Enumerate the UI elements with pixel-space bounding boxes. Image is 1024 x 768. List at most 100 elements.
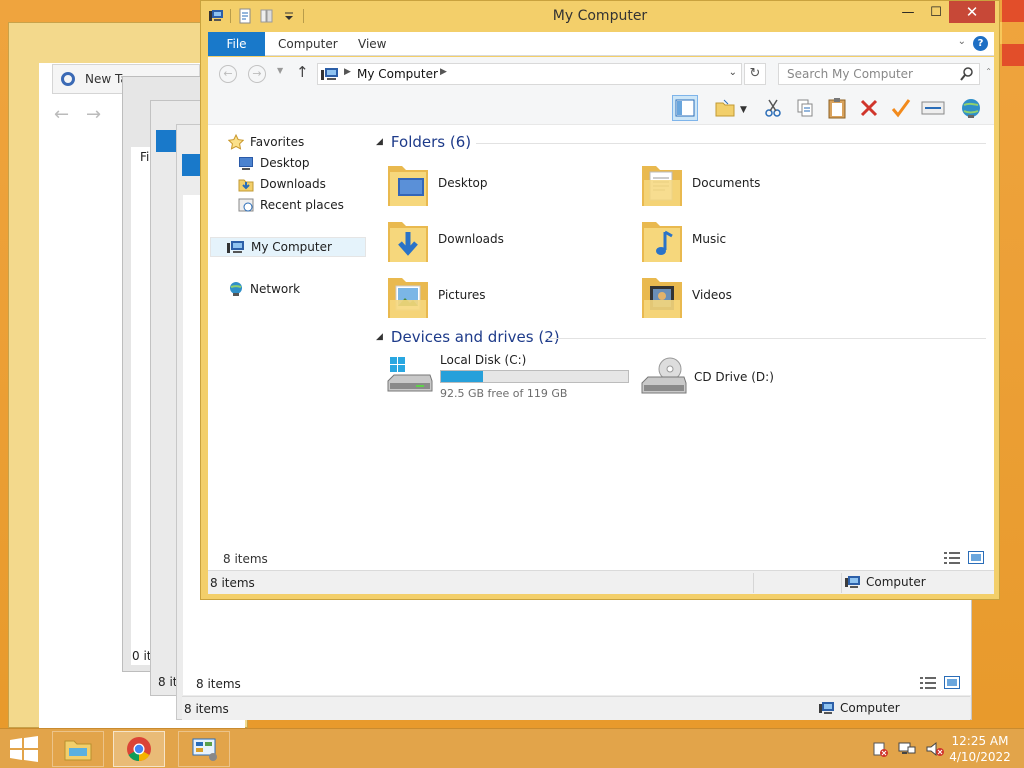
folder-label: Videos: [692, 288, 732, 302]
layout-icon: [675, 99, 695, 117]
address-dropdown-icon[interactable]: ⌄: [729, 67, 737, 78]
collapse-triangle-icon[interactable]: ◢: [376, 332, 383, 342]
delete-icon: [860, 99, 878, 117]
back-button[interactable]: ←: [219, 65, 237, 83]
delete-button[interactable]: [856, 95, 882, 121]
windows-drive-icon: [387, 357, 433, 392]
drive-cd[interactable]: CD Drive (D:): [640, 355, 774, 399]
paste-icon: [828, 98, 846, 119]
cut-button[interactable]: [760, 95, 786, 121]
navigation-pane: Favorites Desktop Downloads Recent place…: [208, 125, 368, 570]
network-button[interactable]: [958, 95, 984, 121]
nav-network[interactable]: Network: [228, 279, 300, 299]
breadcrumb-chevron-icon[interactable]: ▶: [344, 67, 351, 77]
nav-network-label: Network: [250, 282, 301, 296]
search-icon[interactable]: [960, 66, 974, 82]
breadcrumb-my-computer[interactable]: My Computer: [357, 67, 438, 81]
nav-favorites-label: Favorites: [250, 135, 305, 149]
taskbar-control-panel[interactable]: [178, 731, 230, 767]
address-bar[interactable]: ▶ My Computer ▶ ⌄: [317, 63, 742, 85]
action-center-icon[interactable]: [872, 741, 888, 757]
details-view-icon[interactable]: [920, 676, 936, 689]
globe-icon: [962, 99, 980, 118]
up-button[interactable]: ↑: [296, 63, 309, 81]
title-bar[interactable]: My Computer — ☐ ✕: [201, 1, 999, 32]
drive-icon: [921, 101, 945, 115]
rename-button[interactable]: [888, 95, 914, 121]
search-box[interactable]: [778, 63, 980, 85]
downloads-icon: [238, 179, 254, 192]
downloads-folder-icon: [388, 222, 428, 262]
checkmark-icon: [891, 99, 911, 118]
folder-tile-desktop[interactable]: Desktop: [386, 157, 488, 209]
status-location: Computer: [845, 575, 926, 589]
nav-my-computer[interactable]: My Computer: [210, 237, 366, 257]
search-input[interactable]: [787, 67, 957, 81]
ribbon-expand-icon[interactable]: ⌄: [958, 36, 966, 47]
folders-group-header[interactable]: ◢ Folders (6): [376, 133, 986, 151]
recent-locations-icon[interactable]: ▼: [277, 66, 283, 75]
control-panel-icon: [192, 738, 217, 761]
nav-desktop[interactable]: Desktop: [238, 153, 310, 173]
copy-button[interactable]: [792, 95, 818, 121]
folder-icon: [715, 99, 735, 117]
desktop-icon: [239, 157, 253, 170]
folder-label: Documents: [692, 176, 761, 190]
taskbar-file-explorer[interactable]: [52, 731, 104, 767]
help-icon[interactable]: ?: [973, 36, 988, 51]
dropdown-chevron-icon[interactable]: ▼: [740, 105, 747, 115]
folder-label: Music: [692, 232, 727, 246]
drive-local-disk[interactable]: Local Disk (C:) 92.5 GB free of 119 GB: [386, 353, 629, 400]
background-file-tab[interactable]: [182, 154, 202, 176]
computer-icon: [227, 241, 244, 253]
cd-drive-label: CD Drive (D:): [694, 370, 774, 384]
nav-downloads[interactable]: Downloads: [238, 174, 326, 194]
command-toolbar: ▼: [208, 91, 994, 125]
breadcrumb-chevron-icon[interactable]: ▶: [440, 67, 447, 77]
music-folder-icon: [642, 222, 682, 262]
browser-forward-icon[interactable]: →: [86, 104, 101, 125]
folder-tile-documents[interactable]: Documents: [640, 157, 760, 209]
network-icon: [230, 282, 242, 296]
folder-tile-videos[interactable]: Videos: [640, 269, 732, 321]
explorer-window[interactable]: My Computer — ☐ ✕ File Computer View ⌄ ?…: [200, 0, 1000, 600]
paste-button[interactable]: [824, 95, 850, 121]
devices-group-header[interactable]: ◢ Devices and drives (2): [376, 328, 986, 346]
minimize-button[interactable]: —: [895, 1, 921, 23]
preview-pane-button[interactable]: [672, 95, 698, 121]
start-button[interactable]: [8, 735, 40, 763]
collapse-icon[interactable]: ⌃: [985, 67, 992, 76]
disk-usage-fill: [441, 371, 483, 382]
folder-tile-downloads[interactable]: Downloads: [386, 213, 504, 265]
forward-button[interactable]: →: [248, 65, 266, 83]
folder-tile-pictures[interactable]: Pictures: [386, 269, 486, 321]
refresh-button[interactable]: ↻: [744, 63, 766, 85]
folder-tile-music[interactable]: Music: [640, 213, 726, 265]
tiles-view-icon[interactable]: [968, 551, 984, 564]
status-location-label: Computer: [866, 575, 926, 589]
background-status-bar: 8 items Computer: [182, 696, 970, 720]
cd-drive-icon: [641, 357, 687, 394]
maximize-button[interactable]: ☐: [923, 1, 949, 23]
collapse-triangle-icon[interactable]: ◢: [376, 137, 383, 147]
nav-recent-places[interactable]: Recent places: [238, 195, 344, 215]
background-status: 0 it: [132, 649, 152, 663]
background-view-icons[interactable]: [920, 676, 960, 689]
computer-icon: [819, 702, 834, 714]
desktop-folder-icon: [388, 166, 428, 206]
tab-view[interactable]: View: [358, 32, 386, 56]
taskbar-chrome[interactable]: [113, 731, 165, 767]
tab-file[interactable]: File: [208, 32, 265, 56]
nav-favorites[interactable]: Favorites: [228, 132, 304, 152]
properties-button[interactable]: [920, 95, 946, 121]
folder-options-button[interactable]: [712, 95, 738, 121]
details-view-icon[interactable]: [944, 551, 960, 564]
close-button[interactable]: ✕: [949, 1, 995, 23]
browser-back-icon[interactable]: ←: [54, 104, 69, 125]
nav-computer-label: My Computer: [251, 240, 332, 254]
network-status-icon[interactable]: [898, 741, 916, 757]
tab-computer[interactable]: Computer: [278, 32, 338, 56]
item-count: 8 items: [223, 552, 268, 566]
tiles-view-icon[interactable]: [944, 676, 960, 689]
clock[interactable]: 12:25 AM 4/10/2022: [940, 733, 1020, 765]
